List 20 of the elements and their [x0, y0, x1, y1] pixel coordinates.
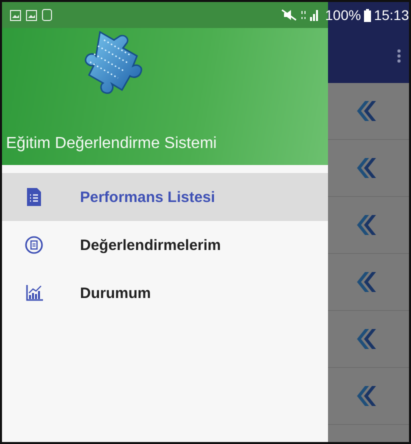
image-icon	[26, 10, 37, 20]
battery-level: 100%	[325, 7, 361, 23]
mute-icon	[281, 9, 298, 21]
menu-item[interactable]: Değerlendirmelerim	[2, 221, 328, 269]
clock: 15:13	[374, 7, 409, 23]
menu-item[interactable]: Performans Listesi	[2, 173, 328, 221]
double-chevron-icon[interactable]	[356, 386, 376, 406]
app-title: Eğitim Değerlendirme Sistemi	[6, 135, 218, 153]
phone-icon	[42, 9, 52, 21]
double-chevron-icon[interactable]	[356, 215, 376, 235]
document-circle-icon	[25, 236, 43, 254]
double-chevron-icon[interactable]	[356, 272, 376, 292]
document-icon	[27, 188, 41, 206]
double-chevron-icon[interactable]	[356, 101, 376, 121]
more-icon[interactable]	[397, 48, 401, 62]
double-chevron-icon[interactable]	[356, 329, 376, 349]
image-icon	[10, 10, 21, 20]
chart-icon	[26, 285, 42, 301]
menu-item[interactable]: Durumum	[2, 269, 328, 317]
double-chevron-icon[interactable]	[356, 158, 376, 178]
